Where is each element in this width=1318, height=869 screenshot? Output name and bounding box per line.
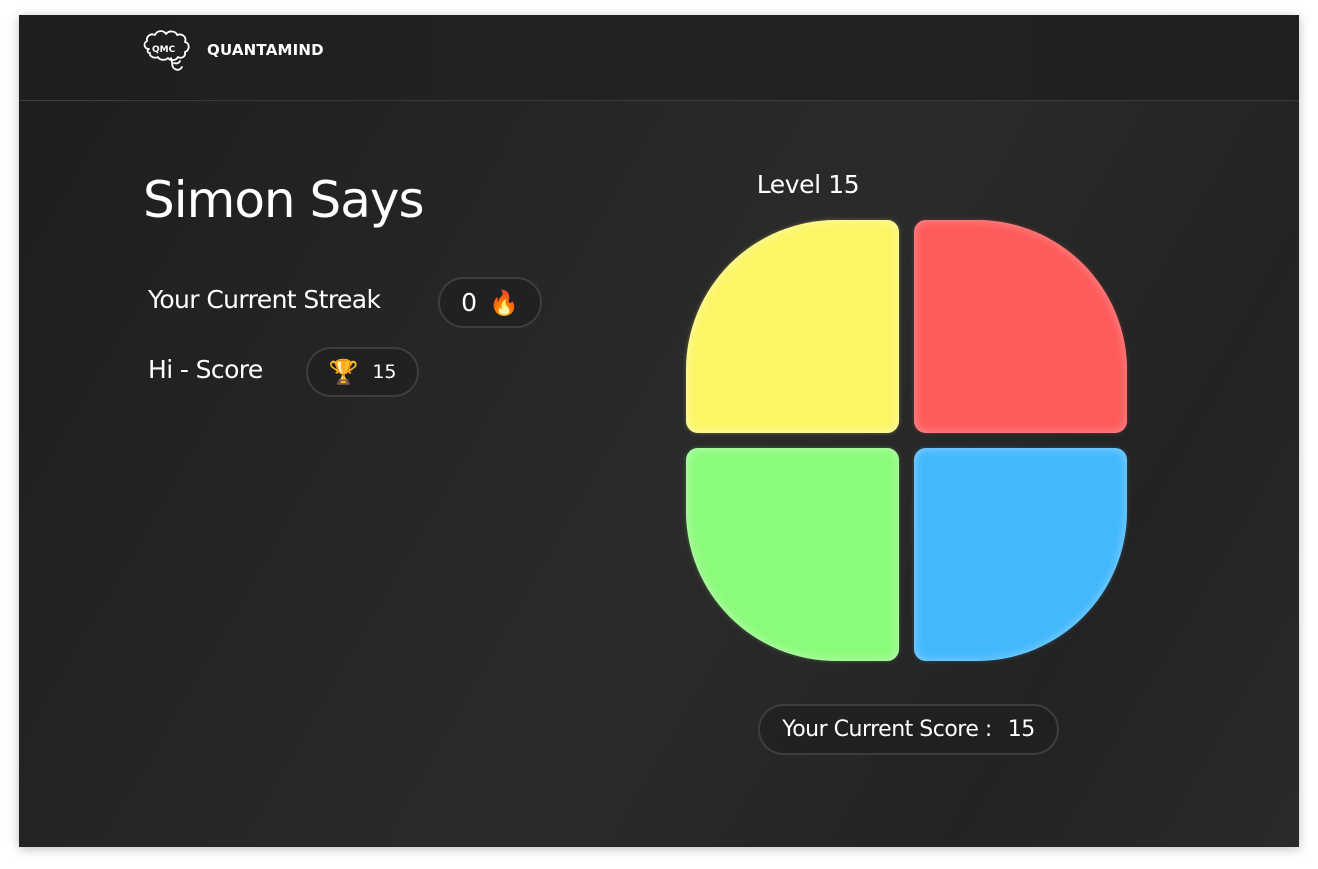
- score-label: Your Current Score :: [782, 717, 992, 742]
- score-value: 15: [1007, 717, 1036, 742]
- game-title: Simon Says: [143, 171, 425, 229]
- hiscore-badge: 🏆 15: [306, 347, 419, 397]
- hiscore-value: 15: [372, 361, 397, 383]
- hiscore-label: Hi - Score: [148, 355, 263, 384]
- current-score-badge: Your Current Score : 15: [758, 704, 1059, 755]
- streak-value: 0: [461, 288, 477, 317]
- streak-label: Your Current Streak: [148, 285, 381, 314]
- streak-badge: 0 🔥: [438, 277, 542, 328]
- brand-name[interactable]: QUANTAMIND: [207, 41, 324, 59]
- blue-pad[interactable]: [914, 448, 1127, 661]
- app-window: QMC QUANTAMIND Simon Says Your Current S…: [19, 15, 1299, 847]
- logo-lettering: QMC: [152, 45, 176, 55]
- trophy-icon: 🏆: [328, 358, 359, 386]
- brain-logo-icon[interactable]: QMC: [141, 27, 197, 75]
- top-navbar: QMC QUANTAMIND: [19, 15, 1299, 101]
- red-pad[interactable]: [914, 220, 1127, 433]
- level-indicator: Level 15: [756, 170, 860, 199]
- green-pad[interactable]: [686, 448, 899, 661]
- yellow-pad[interactable]: [686, 220, 899, 433]
- fire-icon: 🔥: [489, 288, 519, 317]
